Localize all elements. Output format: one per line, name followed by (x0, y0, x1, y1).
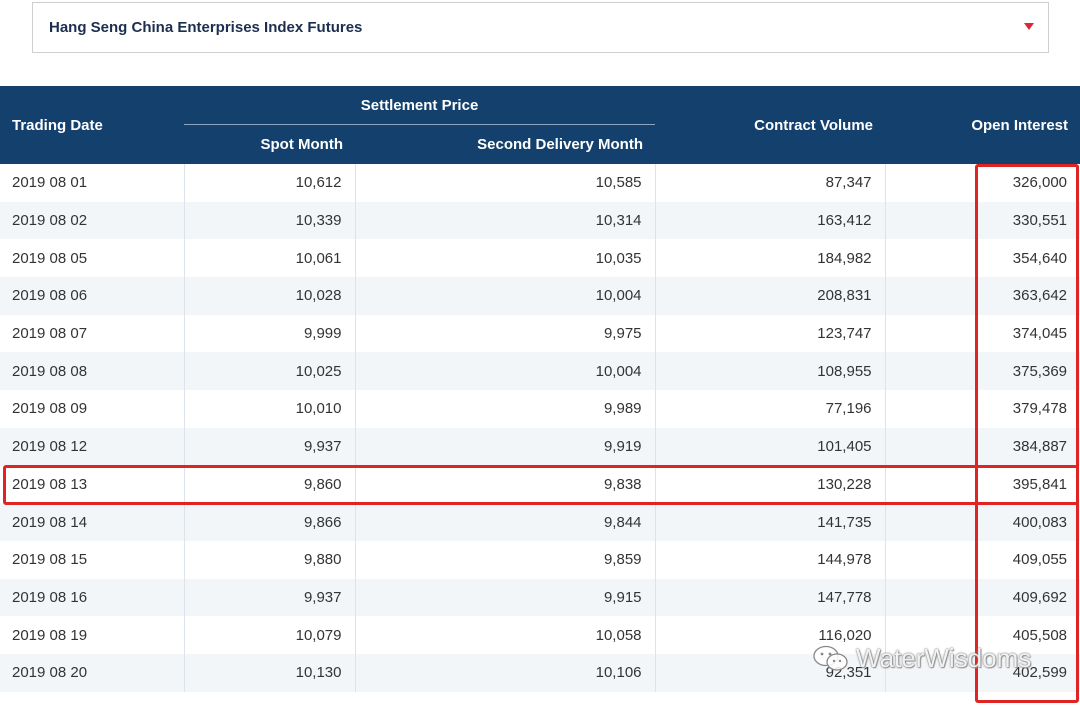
header-spot-month[interactable]: Spot Month (184, 125, 355, 164)
chevron-down-icon[interactable] (1024, 23, 1034, 30)
cell-contract-volume: 130,228 (654, 465, 886, 504)
cell-second-delivery-month: 10,314 (354, 201, 656, 240)
header-settlement-price: Settlement Price (184, 86, 656, 125)
cell-open-interest: 330,551 (884, 201, 1080, 240)
cell-open-interest: 379,478 (884, 390, 1080, 428)
cell-contract-volume: 147,778 (654, 578, 886, 617)
table-row: 2019 08 16 9,937 9,915 147,778 409,692 (0, 578, 1080, 617)
cell-contract-volume: 116,020 (654, 616, 886, 654)
cell-spot-month: 10,612 (183, 164, 355, 202)
cell-spot-month: 10,061 (183, 239, 355, 278)
cell-contract-volume: 184,982 (654, 239, 886, 278)
cell-contract-volume: 144,978 (654, 540, 886, 579)
cell-contract-volume: 108,955 (654, 352, 886, 391)
cell-contract-volume: 87,347 (654, 164, 886, 202)
cell-open-interest: 409,692 (884, 578, 1080, 617)
header-settlement-price-label: Settlement Price (360, 97, 479, 114)
cell-trading-date: 2019 08 02 (0, 201, 184, 240)
header-open-interest[interactable]: Open Interest (885, 86, 1080, 164)
cell-spot-month: 9,999 (183, 314, 355, 353)
cell-second-delivery-month: 9,859 (354, 540, 656, 579)
cell-trading-date: 2019 08 06 (0, 277, 184, 315)
table-row: 2019 08 06 10,028 10,004 208,831 363,642 (0, 277, 1080, 315)
cell-trading-date: 2019 08 08 (0, 352, 184, 391)
table-row: 2019 08 09 10,010 9,989 77,196 379,478 (0, 390, 1080, 428)
cell-spot-month: 9,880 (183, 540, 355, 579)
table-row: 2019 08 20 10,130 10,106 92,351 402,599 (0, 653, 1080, 692)
table-row: 2019 08 19 10,079 10,058 116,020 405,508 (0, 616, 1080, 654)
cell-open-interest: 374,045 (884, 314, 1080, 353)
index-selector-dropdown[interactable]: Hang Seng China Enterprises Index Future… (32, 2, 1049, 53)
cell-trading-date: 2019 08 20 (0, 653, 184, 692)
cell-open-interest: 409,055 (884, 540, 1080, 579)
header-divider (184, 124, 656, 125)
cell-spot-month: 9,860 (183, 465, 355, 504)
table-row: 2019 08 05 10,061 10,035 184,982 354,640 (0, 239, 1080, 278)
cell-open-interest: 384,887 (884, 427, 1080, 466)
cell-contract-volume: 77,196 (654, 390, 886, 428)
cell-second-delivery-month: 9,844 (354, 503, 656, 541)
table-body: 2019 08 01 10,612 10,585 87,347 326,000 2019 … (0, 164, 1080, 692)
cell-second-delivery-month: 9,989 (354, 390, 656, 428)
cell-second-delivery-month: 9,915 (354, 578, 656, 617)
cell-trading-date: 2019 08 15 (0, 540, 184, 579)
cell-trading-date: 2019 08 16 (0, 578, 184, 617)
cell-contract-volume: 163,412 (654, 201, 886, 240)
cell-contract-volume: 141,735 (654, 503, 886, 541)
table-row: 2019 08 12 9,937 9,919 101,405 384,887 (0, 427, 1080, 466)
cell-second-delivery-month: 10,035 (354, 239, 656, 278)
table-row: 2019 08 08 10,025 10,004 108,955 375,369 (0, 352, 1080, 391)
cell-second-delivery-month: 10,106 (354, 653, 656, 692)
cell-open-interest: 363,642 (884, 277, 1080, 315)
cell-spot-month: 10,339 (183, 201, 355, 240)
cell-trading-date: 2019 08 13 (0, 465, 184, 504)
cell-open-interest: 405,508 (884, 616, 1080, 654)
cell-second-delivery-month: 10,058 (354, 616, 656, 654)
cell-second-delivery-month: 9,975 (354, 314, 656, 353)
cell-contract-volume: 101,405 (654, 427, 886, 466)
cell-second-delivery-month: 9,838 (354, 465, 656, 504)
cell-open-interest: 395,841 (884, 465, 1080, 504)
cell-spot-month: 10,025 (183, 352, 355, 391)
cell-spot-month: 9,866 (183, 503, 355, 541)
cell-spot-month: 10,028 (183, 277, 355, 315)
cell-open-interest: 354,640 (884, 239, 1080, 278)
cell-spot-month: 9,937 (183, 427, 355, 466)
cell-second-delivery-month: 10,004 (354, 352, 656, 391)
cell-spot-month: 10,079 (183, 616, 355, 654)
table-row: 2019 08 07 9,999 9,975 123,747 374,045 (0, 314, 1080, 353)
cell-trading-date: 2019 08 07 (0, 314, 184, 353)
cell-open-interest: 326,000 (884, 164, 1080, 202)
futures-data-table: Trading Date Settlement Price Contract V… (0, 86, 1080, 692)
cell-trading-date: 2019 08 05 (0, 239, 184, 278)
table-row: 2019 08 01 10,612 10,585 87,347 326,000 (0, 164, 1080, 202)
selected-index-label: Hang Seng China Enterprises Index Future… (49, 19, 363, 36)
cell-spot-month: 10,130 (183, 653, 355, 692)
cell-trading-date: 2019 08 09 (0, 390, 184, 428)
table-row: 2019 08 13 9,860 9,838 130,228 395,841 (0, 465, 1080, 504)
cell-second-delivery-month: 9,919 (354, 427, 656, 466)
cell-second-delivery-month: 10,585 (354, 164, 656, 202)
cell-trading-date: 2019 08 14 (0, 503, 184, 541)
table-row: 2019 08 15 9,880 9,859 144,978 409,055 (0, 540, 1080, 579)
header-trading-date[interactable]: Trading Date (0, 86, 184, 164)
cell-contract-volume: 92,351 (654, 653, 886, 692)
table-row: 2019 08 14 9,866 9,844 141,735 400,083 (0, 503, 1080, 541)
cell-open-interest: 375,369 (884, 352, 1080, 391)
cell-trading-date: 2019 08 19 (0, 616, 184, 654)
cell-contract-volume: 123,747 (654, 314, 886, 353)
table-row: 2019 08 02 10,339 10,314 163,412 330,551 (0, 201, 1080, 240)
cell-open-interest: 402,599 (884, 653, 1080, 692)
header-contract-volume[interactable]: Contract Volume (655, 86, 886, 164)
cell-trading-date: 2019 08 01 (0, 164, 184, 202)
cell-trading-date: 2019 08 12 (0, 427, 184, 466)
cell-second-delivery-month: 10,004 (354, 277, 656, 315)
header-second-delivery-month[interactable]: Second Delivery Month (355, 125, 656, 164)
cell-contract-volume: 208,831 (654, 277, 886, 315)
cell-spot-month: 9,937 (183, 578, 355, 617)
cell-open-interest: 400,083 (884, 503, 1080, 541)
cell-spot-month: 10,010 (183, 390, 355, 428)
